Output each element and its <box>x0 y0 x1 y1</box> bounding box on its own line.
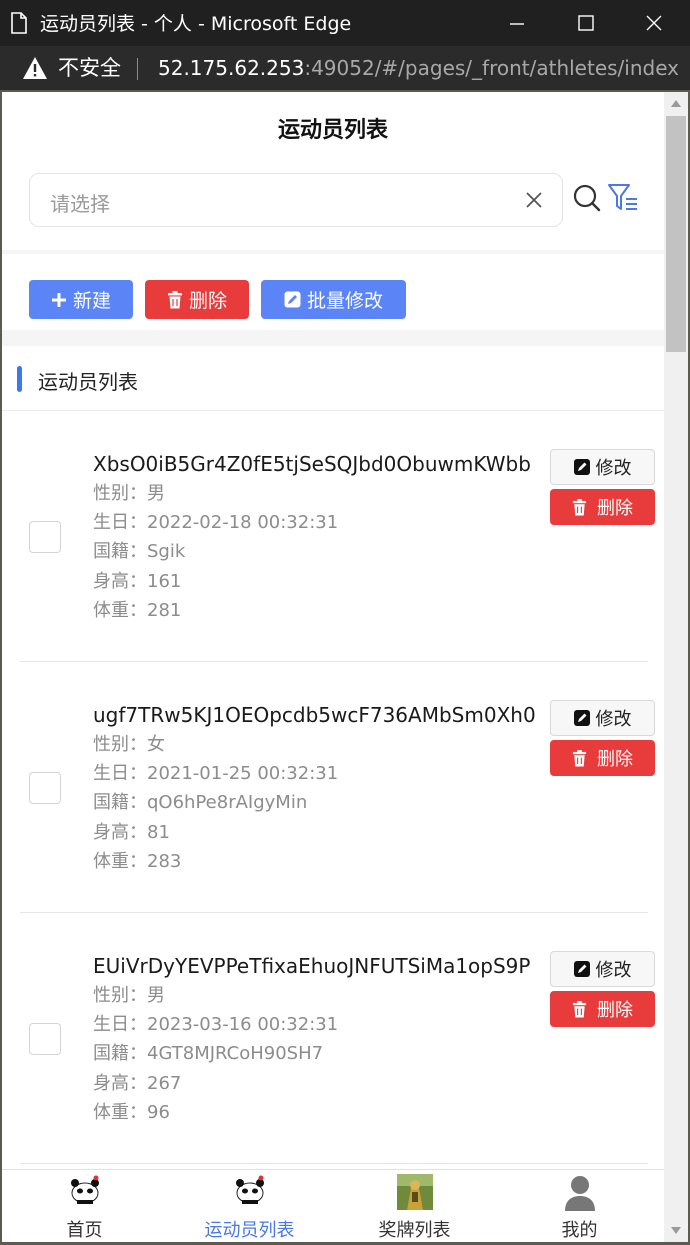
tab-mine[interactable]: 我的 <box>497 1170 662 1242</box>
page-header: 运动员列表 请选择 <box>2 92 664 250</box>
close-window-button[interactable] <box>634 8 674 38</box>
edit-icon <box>573 710 590 726</box>
row-delete-label: 删除 <box>597 1000 633 1021</box>
list-item: ugf7TRw5KJ1OEOpcdb5wcF736AMbSm0Xh0 性别：女 … <box>2 662 664 913</box>
address-separator <box>137 58 138 80</box>
tab-athletes-label: 运动员列表 <box>204 1220 295 1241</box>
url-host: 52.175.62.253 <box>158 56 305 80</box>
panda-icon <box>235 1175 264 1204</box>
athlete-height: 身高：81 <box>93 822 170 843</box>
plus-icon <box>51 292 66 307</box>
filter-icon[interactable] <box>607 183 639 213</box>
page-viewport: 运动员列表 请选择 新建 删除 批量修改 运动员列表 XbsO0iB5Gr4Z0… <box>2 92 664 1242</box>
batch-edit-label: 批量修改 <box>306 290 383 312</box>
athlete-gender: 性别：女 <box>93 734 165 755</box>
window-titlebar: 运动员列表 - 个人 - Microsoft Edge <box>0 0 690 46</box>
row-delete-label: 删除 <box>597 498 633 519</box>
edit-icon <box>284 291 301 308</box>
tab-mine-label: 我的 <box>561 1220 598 1241</box>
section-accent-bar <box>17 366 22 392</box>
athlete-name: XbsO0iB5Gr4Z0fE5tjSeSQJbd0ObuwmKWbb <box>93 452 531 476</box>
row-delete-button[interactable]: 删除 <box>550 489 655 525</box>
tab-home-label: 首页 <box>66 1220 103 1241</box>
athlete-list-panel: 运动员列表 XbsO0iB5Gr4Z0fE5tjSeSQJbd0ObuwmKWb… <box>2 346 664 1176</box>
edit-button-label: 修改 <box>595 709 632 730</box>
row-checkbox[interactable] <box>29 1023 61 1055</box>
athlete-birthday: 生日：2023-03-16 00:32:31 <box>93 1014 339 1035</box>
row-checkbox[interactable] <box>29 772 61 804</box>
page-title: 运动员列表 <box>277 118 388 143</box>
delete-button[interactable]: 删除 <box>145 280 249 319</box>
athlete-height: 身高：267 <box>93 1073 182 1094</box>
athlete-birthday: 生日：2022-02-18 00:32:31 <box>93 512 339 533</box>
clear-icon[interactable] <box>524 190 544 210</box>
warning-icon[interactable] <box>22 56 48 80</box>
user-icon <box>564 1176 595 1211</box>
athlete-weight: 体重：283 <box>93 851 182 872</box>
athlete-birthday: 生日：2021-01-25 00:32:31 <box>93 763 339 784</box>
row-checkbox[interactable] <box>29 521 61 553</box>
search-placeholder: 请选择 <box>50 192 110 216</box>
minimize-button[interactable] <box>497 8 537 38</box>
row-delete-button[interactable]: 删除 <box>550 740 655 776</box>
athlete-gender: 性别：男 <box>93 483 165 504</box>
section-title: 运动员列表 <box>38 370 138 394</box>
page-scrollbar[interactable] <box>664 92 688 1242</box>
tab-medals[interactable]: 奖牌列表 <box>332 1170 497 1242</box>
edit-button-label: 修改 <box>595 960 632 981</box>
tab-home[interactable]: 首页 <box>2 1170 167 1242</box>
delete-button-label: 删除 <box>188 290 227 312</box>
edit-icon <box>573 459 590 475</box>
action-toolbar: 新建 删除 批量修改 <box>2 254 664 330</box>
athlete-name: ugf7TRw5KJ1OEOpcdb5wcF736AMbSm0Xh0 <box>93 703 536 727</box>
row-delete-label: 删除 <box>597 749 633 770</box>
bottom-tabbar: 首页 运动员列表 奖牌列表 我的 <box>2 1169 664 1242</box>
scroll-down-icon[interactable] <box>671 1227 681 1234</box>
edit-button[interactable]: 修改 <box>550 951 655 987</box>
athlete-nationality: 国籍：Sgik <box>93 541 186 562</box>
list-item: XbsO0iB5Gr4Z0fE5tjSeSQJbd0ObuwmKWbb 性别：男… <box>2 411 664 662</box>
search-icon[interactable] <box>572 183 602 213</box>
tab-athletes[interactable]: 运动员列表 <box>167 1170 332 1242</box>
close-icon <box>646 15 662 31</box>
athlete-gender: 性别：男 <box>93 985 165 1006</box>
page-icon <box>11 12 27 34</box>
athlete-name: EUiVrDyYEVPPeTfixaEhuoJNFUTSiMa1opS9P <box>93 954 531 978</box>
medal-thumbnail-icon <box>396 1174 433 1210</box>
maximize-button[interactable] <box>566 8 606 38</box>
panda-icon <box>70 1175 99 1204</box>
trash-icon <box>572 1000 587 1017</box>
minimize-icon <box>510 23 524 25</box>
address-bar[interactable]: 不安全 52.175.62.253:49052/#/pages/_front/a… <box>0 46 690 90</box>
edit-button[interactable]: 修改 <box>550 449 655 485</box>
athlete-nationality: 国籍：qO6hPe8rAIgyMin <box>93 792 308 813</box>
url-text[interactable]: 52.175.62.253:49052/#/pages/_front/athle… <box>158 55 679 81</box>
tab-medals-label: 奖牌列表 <box>378 1220 451 1241</box>
search-select[interactable]: 请选择 <box>29 173 563 227</box>
athlete-height: 身高：161 <box>93 571 182 592</box>
athlete-weight: 体重：281 <box>93 600 182 621</box>
new-button[interactable]: 新建 <box>29 280 133 319</box>
edit-button[interactable]: 修改 <box>550 700 655 736</box>
athlete-nationality: 国籍：4GT8MJRCoH90SH7 <box>93 1043 324 1064</box>
trash-icon <box>572 749 587 766</box>
section-header: 运动员列表 <box>2 346 664 411</box>
security-label[interactable]: 不安全 <box>58 55 121 81</box>
row-divider <box>20 1163 648 1164</box>
athlete-weight: 体重：96 <box>93 1102 170 1123</box>
scroll-up-icon[interactable] <box>671 100 681 107</box>
trash-icon <box>572 498 587 515</box>
scrollbar-thumb[interactable] <box>666 116 686 352</box>
edit-icon <box>573 961 590 977</box>
window-title: 运动员列表 - 个人 - Microsoft Edge <box>40 13 352 35</box>
row-delete-button[interactable]: 删除 <box>550 991 655 1027</box>
trash-icon <box>167 290 182 308</box>
maximize-icon <box>578 15 594 31</box>
url-path: :49052/#/pages/_front/athletes/index <box>304 56 680 80</box>
new-button-label: 新建 <box>72 290 111 312</box>
list-item: EUiVrDyYEVPPeTfixaEhuoJNFUTSiMa1opS9P 性别… <box>2 913 664 1164</box>
edit-button-label: 修改 <box>595 458 632 479</box>
batch-edit-button[interactable]: 批量修改 <box>261 280 406 319</box>
